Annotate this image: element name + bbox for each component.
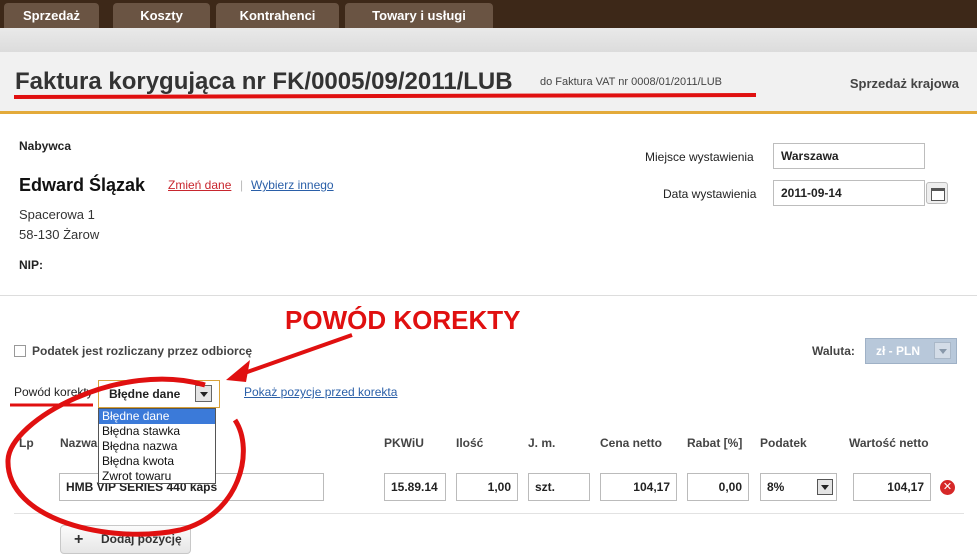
item-pkwiu-input[interactable]: 15.89.14 — [384, 473, 446, 501]
item-net-value-input[interactable]: 104,17 — [853, 473, 931, 501]
col-discount: Rabat [%] — [687, 436, 743, 450]
item-discount-input[interactable]: 0,00 — [687, 473, 749, 501]
source-invoice-ref: do Faktura VAT nr 0008/01/2011/LUB — [540, 76, 723, 88]
tab-koszty[interactable]: Koszty — [113, 3, 210, 28]
issue-date-label: Data wystawienia — [663, 187, 757, 201]
reason-option[interactable]: Błędna stawka — [99, 424, 215, 439]
col-net-value: Wartość netto — [849, 436, 929, 450]
change-buyer-link[interactable]: Zmień dane — [168, 178, 231, 192]
buyer-nip-label: NIP: — [19, 258, 43, 272]
tab-kontrahenci[interactable]: Kontrahenci — [216, 3, 339, 28]
annotation-text: POWÓD KOREKTY — [285, 305, 521, 335]
top-nav: Sprzedaż Koszty Kontrahenci Towary i usł… — [0, 0, 977, 28]
annotation-arrow-line — [235, 333, 353, 378]
col-unit: J. m. — [528, 436, 556, 450]
issue-date-input[interactable]: 2011-09-14 — [773, 180, 925, 206]
col-net-price: Cena netto — [600, 436, 663, 450]
tax-by-recipient-checkbox[interactable] — [14, 345, 26, 357]
buyer-city: 58-130 Żarow — [19, 227, 100, 242]
chevron-down-icon[interactable] — [934, 342, 951, 359]
add-item-label: Dodaj pozycję — [101, 532, 182, 546]
page-title: Faktura korygująca nr FK/0005/09/2011/LU… — [15, 68, 513, 95]
item-unit-input[interactable]: szt. — [528, 473, 590, 501]
add-item-button[interactable]: + Dodaj pozycję — [60, 525, 191, 554]
reason-option[interactable]: Błędna nazwa — [99, 439, 215, 454]
reason-option[interactable]: Błędne dane — [99, 409, 215, 424]
buyer-section-label: Nabywca — [19, 139, 72, 153]
tab-sprzedaz[interactable]: Sprzedaż — [4, 3, 99, 28]
tab-towary-i-uslugi[interactable]: Towary i usługi — [345, 3, 493, 28]
issue-place-label: Miejsce wystawienia — [645, 150, 754, 164]
item-net-price-input[interactable]: 104,17 — [600, 473, 677, 501]
col-qty: Ilość — [456, 436, 484, 450]
sale-type: Sprzedaż krajowa — [849, 76, 959, 91]
link-separator: | — [240, 178, 244, 192]
reason-option[interactable]: Błędna kwota — [99, 454, 215, 469]
choose-other-buyer-link[interactable]: Wybierz innego — [251, 178, 334, 192]
reason-label: Powód korekty — [14, 385, 93, 399]
currency-label: Waluta: — [812, 344, 855, 358]
issue-place-input[interactable]: Warszawa — [773, 143, 925, 169]
annotation-arrow-head — [226, 360, 250, 382]
calendar-icon[interactable] — [926, 182, 948, 204]
sub-nav-strip — [0, 28, 977, 52]
reason-dropdown-list: Błędne dane Błędna stawka Błędna nazwa B… — [98, 408, 216, 484]
show-before-correction-link[interactable]: Pokaż pozycje przed korekta — [244, 385, 397, 399]
row-divider — [14, 513, 964, 514]
plus-icon: + — [74, 531, 84, 548]
delete-row-icon[interactable]: ✕ — [940, 480, 955, 495]
tax-by-recipient-label: Podatek jest rozliczany przez odbiorcę — [32, 344, 253, 358]
item-qty-input[interactable]: 1,00 — [456, 473, 518, 501]
col-tax: Podatek — [760, 436, 807, 450]
chevron-down-icon[interactable] — [195, 385, 212, 402]
section-divider — [0, 295, 977, 296]
reason-option[interactable]: Zwrot towaru — [99, 469, 215, 484]
col-pkwiu: PKWiU — [384, 436, 424, 450]
chevron-down-icon[interactable] — [817, 479, 833, 495]
buyer-street: Spacerowa 1 — [19, 207, 95, 222]
buyer-name: Edward Ślązak — [19, 175, 146, 195]
col-lp: Lp — [19, 436, 34, 450]
col-name: Nazwa — [60, 436, 98, 450]
document-header: Faktura korygująca nr FK/0005/09/2011/LU… — [0, 52, 977, 114]
